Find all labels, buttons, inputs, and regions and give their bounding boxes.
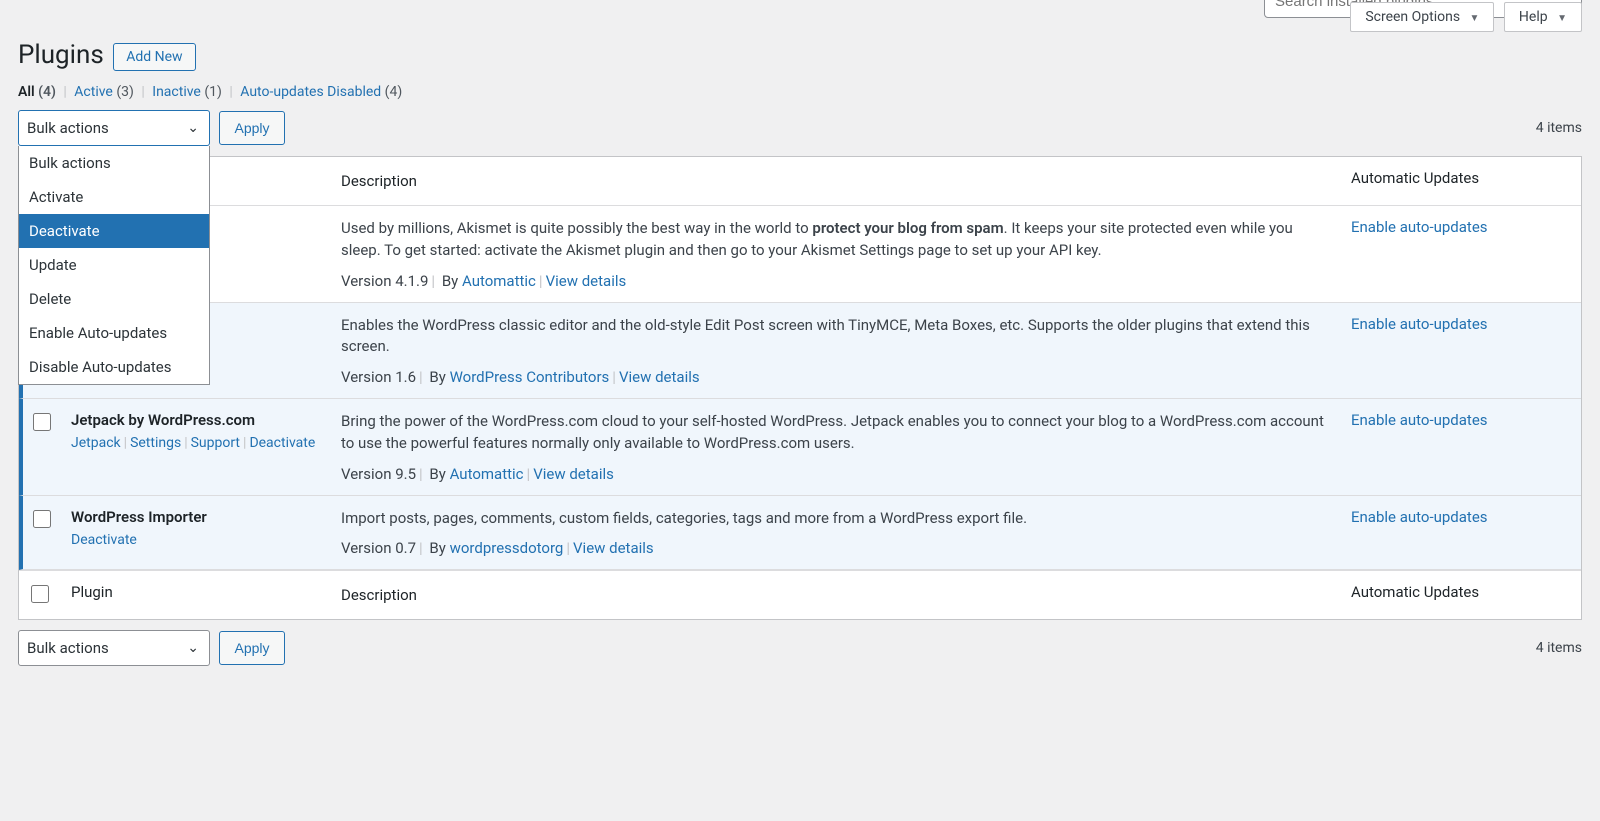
filter-inactive-count: (1) xyxy=(204,84,222,100)
bulk-option[interactable]: Update xyxy=(19,248,209,282)
plugin-meta: Version 4.1.9| By Automattic|View detail… xyxy=(341,272,1331,290)
enable-auto-updates-link[interactable]: Enable auto-updates xyxy=(1351,315,1488,333)
enable-auto-updates-link[interactable]: Enable auto-updates xyxy=(1351,218,1488,236)
row-checkbox[interactable] xyxy=(33,413,51,431)
filter-active[interactable]: Active (3) xyxy=(74,84,137,100)
plugin-author-link[interactable]: Automattic xyxy=(450,465,524,483)
bulk-option[interactable]: Delete xyxy=(19,282,209,316)
col-auto-updates-footer: Automatic Updates xyxy=(1341,570,1581,619)
plugin-description: Used by millions, Akismet is quite possi… xyxy=(341,218,1331,262)
bulk-actions-select[interactable]: Bulk actions ⌄ xyxy=(18,110,210,146)
filter-all-label: All xyxy=(18,84,35,100)
plugin-version: Version 9.5 xyxy=(341,465,416,483)
plugin-name: WordPress Importer xyxy=(71,508,321,526)
apply-button[interactable]: Apply xyxy=(219,111,284,145)
plugin-version: Version 1.6 xyxy=(341,368,416,386)
filter-inactive[interactable]: Inactive (1) xyxy=(152,84,225,100)
view-details-link[interactable]: View details xyxy=(619,368,700,386)
plugin-meta: Version 0.7| By wordpressdotorg|View det… xyxy=(341,539,1331,557)
col-plugin-footer: Plugin xyxy=(61,570,331,619)
bulk-actions-label: Bulk actions xyxy=(27,119,109,137)
items-count-bottom: 4 items xyxy=(1536,640,1582,656)
plugin-author-link[interactable]: wordpressdotorg xyxy=(450,539,564,557)
plugin-version: Version 0.7 xyxy=(341,539,416,557)
help-button[interactable]: Help ▼ xyxy=(1504,2,1582,32)
plugin-row: Jetpack by WordPress.com Jetpack|Settings… xyxy=(19,399,1581,496)
row-action-link[interactable]: Deactivate xyxy=(71,532,137,548)
chevron-down-icon: ▼ xyxy=(1470,13,1480,24)
apply-button-bottom[interactable]: Apply xyxy=(219,631,284,665)
bulk-option[interactable]: Enable Auto-updates xyxy=(19,316,209,350)
bulk-option[interactable]: Bulk actions xyxy=(19,146,209,180)
page-title: Plugins xyxy=(18,40,104,70)
help-label: Help xyxy=(1519,9,1548,25)
chevron-down-icon: ⌄ xyxy=(187,640,199,656)
bulk-option[interactable]: Activate xyxy=(19,180,209,214)
filter-active-count: (3) xyxy=(116,84,134,100)
chevron-down-icon: ▼ xyxy=(1557,13,1567,24)
plugin-description: Import posts, pages, comments, custom fi… xyxy=(341,508,1331,530)
col-description-footer: Description xyxy=(331,570,1341,619)
bulk-actions-label-bottom: Bulk actions xyxy=(27,639,109,657)
row-checkbox[interactable] xyxy=(33,510,51,528)
plugin-name: Jetpack by WordPress.com xyxy=(71,411,321,429)
filter-all[interactable]: All (4) xyxy=(18,84,59,100)
bulk-option[interactable]: Disable Auto-updates xyxy=(19,350,209,384)
select-all-checkbox-footer[interactable] xyxy=(31,585,49,603)
filter-links: All (4) | Active (3) | Inactive (1) | Au… xyxy=(18,84,1582,100)
filter-active-label: Active xyxy=(74,84,113,100)
plugin-meta: Version 1.6| By WordPress Contributors|V… xyxy=(341,368,1331,386)
row-action-link[interactable]: Jetpack xyxy=(71,435,121,451)
plugin-row: WordPress Importer Deactivate Import posts… xyxy=(19,496,1581,571)
filter-all-count: (4) xyxy=(38,84,56,100)
view-details-link[interactable]: View details xyxy=(533,465,614,483)
plugin-description: Enables the WordPress classic editor and… xyxy=(341,315,1331,359)
plugins-table: Plugin Description Automatic Updates Use… xyxy=(18,156,1582,620)
add-new-button[interactable]: Add New xyxy=(113,43,195,71)
bulk-option[interactable]: Deactivate xyxy=(19,214,209,248)
view-details-link[interactable]: View details xyxy=(573,539,654,557)
row-action-link[interactable]: Support xyxy=(191,435,240,451)
enable-auto-updates-link[interactable]: Enable auto-updates xyxy=(1351,508,1488,526)
plugin-meta: Version 9.5| By Automattic|View details xyxy=(341,465,1331,483)
plugin-author-link[interactable]: Automattic xyxy=(462,272,536,290)
view-details-link[interactable]: View details xyxy=(546,272,627,290)
bulk-actions-select-bottom[interactable]: Bulk actions ⌄ xyxy=(18,630,210,666)
enable-auto-updates-link[interactable]: Enable auto-updates xyxy=(1351,411,1488,429)
row-action-link[interactable]: Deactivate xyxy=(249,435,315,451)
plugin-version: Version 4.1.9 xyxy=(341,272,428,290)
filter-inactive-label: Inactive xyxy=(152,84,201,100)
plugin-row: Enables the WordPress classic editor and… xyxy=(19,303,1581,400)
items-count: 4 items xyxy=(1536,120,1582,136)
bulk-actions-dropdown: Bulk actionsActivateDeactivateUpdateDele… xyxy=(18,146,210,385)
plugin-author-link[interactable]: WordPress Contributors xyxy=(450,368,610,386)
col-auto-updates: Automatic Updates xyxy=(1341,157,1581,206)
chevron-down-icon: ⌄ xyxy=(187,120,199,136)
row-actions: Deactivate xyxy=(71,532,321,548)
filter-auto-disabled[interactable]: Auto-updates Disabled (4) xyxy=(240,84,402,100)
row-actions: Jetpack|Settings|Support|Deactivate xyxy=(71,435,321,451)
filter-auto-disabled-label: Auto-updates Disabled xyxy=(240,84,381,100)
plugin-row: Used by millions, Akismet is quite possi… xyxy=(19,206,1581,303)
plugin-description: Bring the power of the WordPress.com clo… xyxy=(341,411,1331,455)
filter-auto-disabled-count: (4) xyxy=(385,84,403,100)
col-description: Description xyxy=(331,157,1341,206)
screen-options-button[interactable]: Screen Options ▼ xyxy=(1350,2,1494,32)
screen-options-label: Screen Options xyxy=(1365,9,1460,25)
row-action-link[interactable]: Settings xyxy=(130,435,181,451)
